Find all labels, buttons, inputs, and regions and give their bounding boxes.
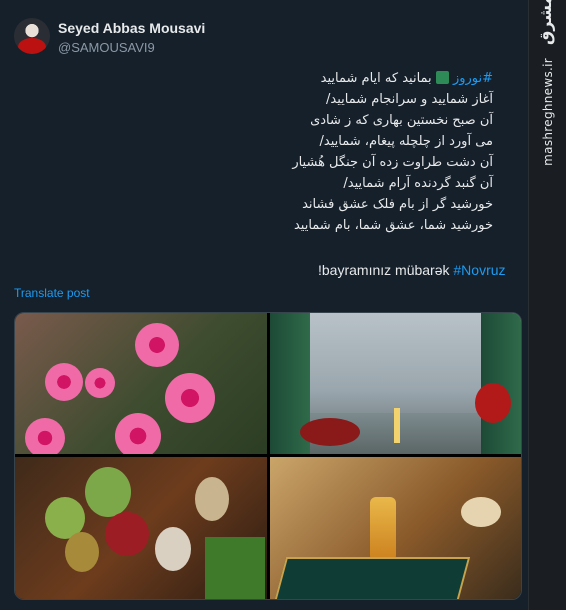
flower-shape — [165, 373, 215, 423]
flower-shape — [45, 363, 83, 401]
poem-line-1: #نوروز بمانید که ایام شمایید — [73, 68, 493, 89]
media-image-3[interactable] — [15, 457, 267, 599]
page: Seyed Abbas Mousavi @SAMOUSAVI9 #نوروز ب… — [0, 0, 566, 610]
candle-shape — [394, 408, 400, 443]
author-name[interactable]: Seyed Abbas Mousavi — [58, 20, 205, 36]
bowl-shape — [461, 497, 501, 527]
apple-shape — [105, 512, 149, 556]
poem-line-4: می آورد از چلچله پیغام، شمایید/ — [319, 134, 493, 149]
poem-line-2: آغاز شمایید و سرانجام شمایید/ — [325, 92, 493, 107]
poem-line-6: آن گنبد گردنده آرام شمایید/ — [343, 176, 493, 191]
site-url: mashreghnews.ir — [541, 58, 555, 166]
poem-line-5: آن دشت طراوت زده آن جنگل هُشیار — [292, 155, 493, 170]
egg-shape — [65, 532, 99, 572]
green-box-emoji-icon — [435, 71, 449, 84]
flower-shape — [135, 323, 179, 367]
avatar[interactable] — [14, 18, 50, 54]
poem-line-1-text: بمانید که ایام شمایید — [320, 71, 436, 86]
translate-post-link[interactable]: Translate post — [14, 286, 90, 300]
author-handle[interactable]: @SAMOUSAVI9 — [58, 40, 155, 55]
watermark-sidebar: مشرق mashreghnews.ir — [528, 0, 566, 610]
poem-line-8: خورشید شما، عشق شما، بام شمایید — [293, 218, 493, 233]
flower-shape — [85, 368, 115, 398]
roses-shape — [475, 383, 511, 423]
sabzeh-shape — [205, 537, 265, 599]
egg-shape — [195, 477, 229, 521]
flower-shape — [25, 418, 65, 454]
poem-line-3: آن صبح نخستین بهاری که ز شادی — [310, 113, 493, 128]
tweet-text: #نوروز بمانید که ایام شمایید آغاز شمایید… — [73, 68, 493, 236]
tweet-card: Seyed Abbas Mousavi @SAMOUSAVI9 #نوروز ب… — [0, 0, 528, 610]
bayram-text: !bayramınız mübarək — [318, 262, 454, 278]
bayram-line: !bayramınız mübarək #Novruz — [318, 262, 506, 278]
hashtag-nowruz[interactable]: #نوروز — [453, 71, 493, 86]
brand-logo: مشرق — [536, 0, 555, 45]
hashtag-novruz[interactable]: #Novruz — [453, 262, 505, 278]
roses-shape — [300, 418, 360, 446]
media-image-4[interactable] — [270, 457, 521, 599]
media-image-2[interactable] — [270, 313, 521, 454]
apple-shape — [85, 467, 131, 517]
egg-shape — [155, 527, 191, 571]
flower-shape — [115, 413, 161, 454]
poem-line-7: خورشید گر از بام فلک عشق فشاند — [302, 197, 493, 212]
media-grid — [14, 312, 522, 600]
media-image-1[interactable] — [15, 313, 267, 454]
quran-shape — [273, 557, 471, 599]
